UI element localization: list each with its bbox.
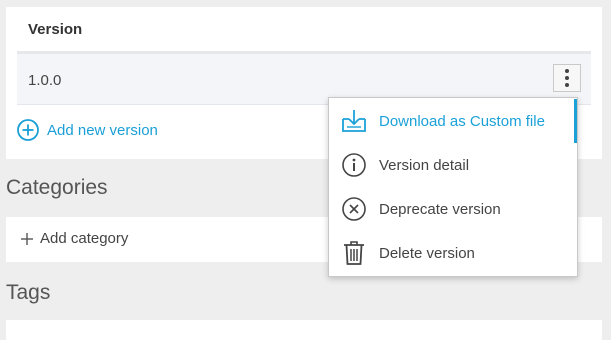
menu-item-label: Delete version	[379, 244, 475, 262]
kebab-dot-icon	[565, 83, 569, 87]
tags-card	[6, 320, 602, 340]
menu-item-label: Download as Custom file	[379, 112, 545, 130]
categories-title: Categories	[6, 176, 108, 199]
menu-item-label: Deprecate version	[379, 200, 501, 218]
add-category-link[interactable]: Add category	[20, 230, 128, 247]
version-number: 1.0.0	[28, 72, 62, 89]
version-context-menu: Download as Custom file Version detail D…	[328, 97, 578, 277]
trash-icon	[344, 241, 364, 265]
download-icon	[342, 110, 366, 132]
menu-item-deprecate-version[interactable]: Deprecate version	[329, 187, 577, 231]
kebab-dot-icon	[565, 76, 569, 80]
tags-title: Tags	[6, 281, 51, 304]
add-new-version-link[interactable]: Add new version	[17, 119, 158, 141]
menu-item-version-detail[interactable]: Version detail	[329, 143, 577, 187]
plus-circle-icon	[17, 119, 39, 141]
add-new-version-label: Add new version	[47, 121, 158, 139]
kebab-dot-icon	[565, 69, 569, 73]
version-column-header: Version	[28, 21, 83, 38]
menu-item-label: Version detail	[379, 156, 470, 174]
info-icon	[342, 153, 366, 177]
deprecate-icon	[342, 197, 366, 221]
add-category-label: Add category	[40, 230, 129, 247]
plus-icon	[21, 232, 33, 245]
more-options-button[interactable]	[553, 64, 581, 92]
menu-item-delete-version[interactable]: Delete version	[329, 231, 577, 275]
menu-item-download-custom-file[interactable]: Download as Custom file	[329, 99, 577, 143]
versions-table-header: Version	[17, 7, 591, 54]
